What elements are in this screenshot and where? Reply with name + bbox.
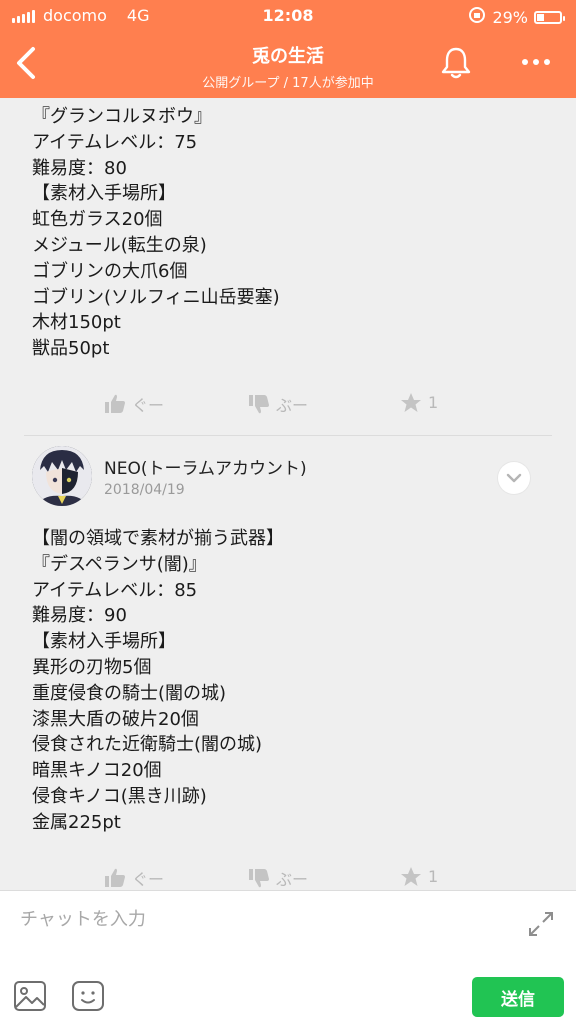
post-line: メジュール(転生の泉) [32,234,207,256]
thumbs-up-icon [105,868,125,887]
post-line: 難易度：90 [32,605,127,627]
post-line: 侵食キノコ(黒き川跡) [32,785,207,807]
favorite-button[interactable]: 1 [400,866,438,887]
thumbs-down-icon [249,869,269,888]
favorite-count: 1 [428,867,439,886]
group-title: 兎の生活 [252,46,324,67]
send-button[interactable]: 送信 [472,977,564,1017]
post-line: 重度侵食の騎士(闇の城) [32,682,227,704]
chat-composer: チャットを入力 送信 [0,890,576,1025]
chat-input[interactable]: チャットを入力 [20,905,146,931]
dot-icon [522,59,528,65]
post-line: 侵食された近衛騎士(闇の城) [32,734,263,756]
good-label: ぐー [132,396,165,415]
chevron-down-icon [506,473,522,483]
post-line: 『デスペランサ(闇)』 [32,553,207,575]
star-icon [401,867,421,886]
more-options-button[interactable] [514,50,558,74]
post-line: 『グランコルヌボウ』 [32,106,212,127]
good-button[interactable]: ぐー [104,866,164,890]
post-line: アイテムレベル：85 [32,579,198,601]
post-line: 虹色ガラス20個 [32,209,163,231]
post-line: ゴブリン(ソルフィニ山岳要塞) [32,286,280,308]
post-author: NEO(トーラムアカウント) 2018/04/19 [32,446,552,512]
post-menu-button[interactable] [498,462,530,494]
emoji-icon [72,981,104,1011]
avatar[interactable] [32,446,92,506]
post-line: 漆黒大盾の破片20個 [32,708,199,730]
group-subtitle: 公開グループ / 17人が参加中 [202,76,374,91]
chevron-left-icon [17,47,35,79]
expand-input-button[interactable] [526,909,556,939]
star-icon [401,393,421,412]
good-label: ぐー [132,870,165,889]
post-line: 金属225pt [32,811,121,833]
notification-button[interactable] [438,44,474,82]
post-line: 難易度：80 [32,157,127,179]
post-line: 木材150pt [32,312,121,334]
post-line: 異形の刃物5個 [32,656,152,678]
top-bar: docomo 4G 12:08 29% 兎の生活 公開グループ / 17人が参加… [0,0,576,98]
expand-icon [529,912,553,936]
thumbs-down-icon [249,395,269,414]
image-icon [14,981,46,1011]
bad-button[interactable]: ぶー [248,866,308,890]
favorite-count: 1 [428,393,439,412]
back-button[interactable] [6,40,46,86]
post-divider [24,435,552,436]
favorite-button[interactable]: 1 [400,392,438,413]
post-line: アイテムレベル：75 [32,131,198,153]
post-body: 『グランコルヌボウ』 アイテムレベル：75 難易度：80 【素材入手場所】 虹色… [32,104,280,362]
bell-icon [441,47,471,79]
reaction-bar: ぐー ぶー 1 [104,866,464,890]
rotation-lock-icon [468,6,486,28]
bad-label: ぶー [276,396,309,415]
post-line: 【闇の領域で素材が揃う武器】 [32,528,284,549]
post-line: ゴブリンの大爪6個 [32,260,188,282]
battery-icon [534,10,565,24]
good-button[interactable]: ぐー [104,392,164,416]
battery-percent: 29% [492,7,528,27]
post-line: 【素材入手場所】 [32,183,176,205]
bad-label: ぶー [276,870,309,889]
status-bar: docomo 4G 12:08 29% [0,0,576,32]
post-date: 2018/04/19 [104,482,185,498]
bad-button[interactable]: ぶー [248,392,308,416]
author-name[interactable]: NEO(トーラムアカウント) [104,454,307,479]
dot-icon [544,59,550,65]
post-line: 暗黒キノコ20個 [32,760,162,782]
image-button[interactable] [12,979,48,1013]
reaction-bar: ぐー ぶー 1 [104,392,464,420]
sticker-button[interactable] [70,979,106,1013]
post-feed[interactable]: 『グランコルヌボウ』 アイテムレベル：75 難易度：80 【素材入手場所】 虹色… [0,98,576,890]
post-body: 【闇の領域で素材が揃う武器】 『デスペランサ(闇)』 アイテムレベル：85 難易… [32,526,284,836]
thumbs-up-icon [105,394,125,413]
post-line: 獣品50pt [32,338,110,360]
post-line: 【素材入手場所】 [32,631,176,653]
group-title-area[interactable]: 兎の生活 公開グループ / 17人が参加中 [120,42,456,91]
dot-icon [533,59,539,65]
